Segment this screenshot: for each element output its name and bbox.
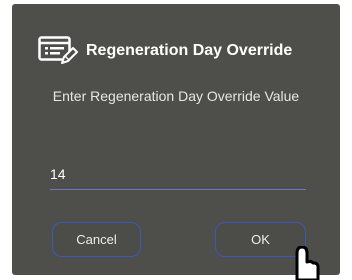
edit-list-icon — [38, 36, 78, 64]
cancel-button[interactable]: Cancel — [52, 222, 141, 257]
hand-pointer-icon — [295, 246, 320, 280]
dialog-prompt: Enter Regeneration Day Override Value — [52, 88, 300, 104]
regeneration-day-override-dialog: Regeneration Day Override Enter Regenera… — [12, 4, 340, 275]
override-value-field — [50, 164, 306, 190]
dialog-header: Regeneration Day Override — [38, 36, 292, 66]
dialog-title: Regeneration Day Override — [86, 42, 293, 59]
override-value-input[interactable] — [50, 166, 306, 182]
